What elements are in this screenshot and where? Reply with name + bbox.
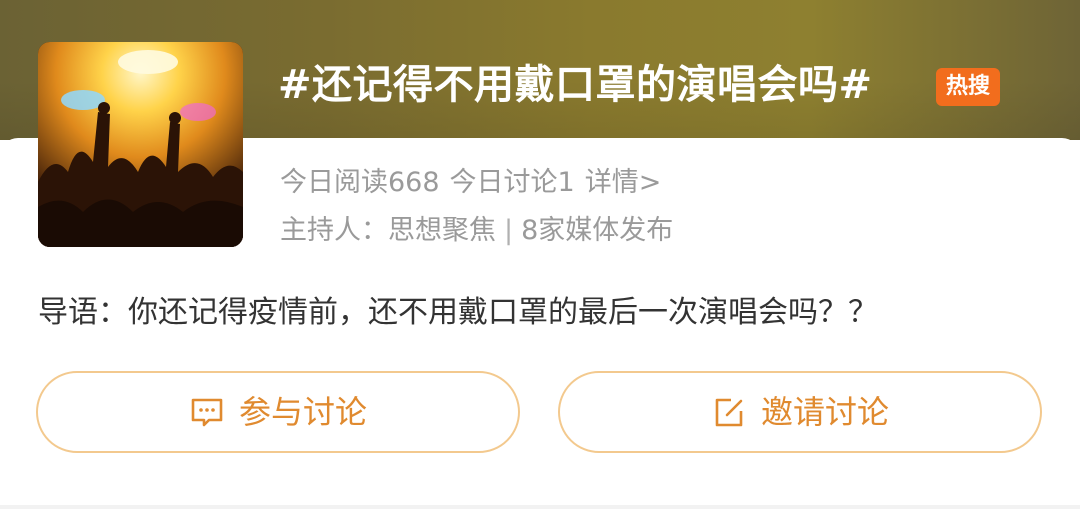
topic-cover-image[interactable] (38, 42, 243, 247)
topic-title[interactable]: #还记得不用戴口罩的演唱会吗# (278, 60, 873, 110)
host-name[interactable]: 思想聚焦 (388, 215, 496, 246)
comment-icon (189, 394, 225, 430)
topic-stats: 今日阅读668 今日讨论1 详情> (280, 165, 671, 201)
hot-search-badge: 热搜 (936, 68, 1000, 106)
topic-host-line: 主持人：思想聚焦 | 8家媒体发布 (280, 213, 673, 249)
join-discussion-button[interactable]: 参与讨论 (36, 371, 520, 453)
details-link[interactable]: 详情> (585, 167, 662, 198)
media-count[interactable]: 8家媒体发布 (521, 215, 673, 246)
today-discuss-count: 今日讨论1 (449, 167, 575, 198)
invite-discussion-label: 邀请讨论 (760, 393, 889, 431)
divider (0, 505, 1080, 509)
host-prefix: 主持人： (280, 215, 388, 246)
invite-discussion-button[interactable]: 邀请讨论 (558, 371, 1042, 453)
topic-intro: 导语：你还记得疫情前，还不用戴口罩的最后一次演唱会吗？？ (38, 295, 878, 330)
today-read-count: 今日阅读668 (280, 167, 440, 198)
edit-icon (711, 394, 747, 430)
join-discussion-label: 参与讨论 (238, 393, 367, 431)
host-separator: | (504, 215, 514, 246)
